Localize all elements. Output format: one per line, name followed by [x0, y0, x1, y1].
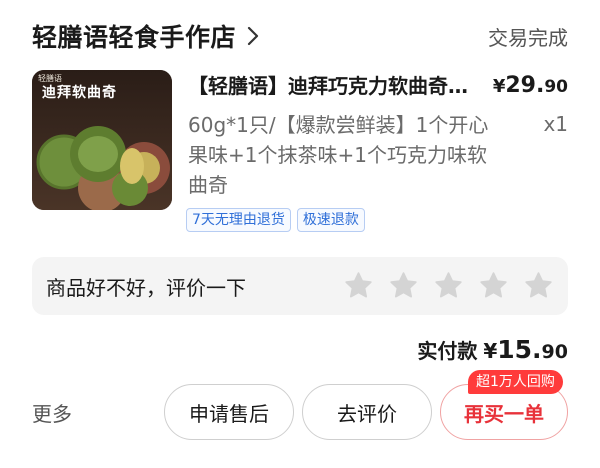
- product-image[interactable]: 轻膳语 迪拜软曲奇: [32, 70, 172, 210]
- order-status: 交易完成: [488, 26, 568, 50]
- more-link[interactable]: 更多: [32, 398, 72, 427]
- star-icon[interactable]: [388, 270, 419, 301]
- rebuy-badge: 超1万人回购: [468, 370, 563, 394]
- product-title[interactable]: 【轻膳语】迪拜巧克力软曲奇…: [188, 70, 478, 102]
- review-prompt-box[interactable]: 商品好不好，评价一下: [32, 257, 568, 315]
- paid-decimal: 90: [541, 341, 568, 363]
- price-decimal: 90: [544, 77, 568, 97]
- product-image-title: 迪拜软曲奇: [42, 85, 117, 101]
- product-price: ¥29.90: [493, 70, 568, 103]
- shop-header[interactable]: 轻膳语轻食手作店 交易完成: [32, 16, 568, 56]
- star-icon[interactable]: [478, 270, 509, 301]
- price-symbol: ¥: [492, 76, 506, 97]
- tag-7day-return: 7天无理由退货: [186, 208, 291, 232]
- paid-label: 实付款: [417, 339, 478, 363]
- chevron-right-icon[interactable]: [244, 24, 262, 48]
- shop-name[interactable]: 轻膳语轻食手作店: [32, 18, 236, 54]
- star-icon[interactable]: [523, 270, 554, 301]
- star-icon[interactable]: [433, 270, 464, 301]
- rating-stars[interactable]: [343, 270, 554, 301]
- price-integer: 29.: [505, 73, 545, 98]
- star-icon[interactable]: [343, 270, 374, 301]
- paid-integer: 15.: [497, 335, 542, 364]
- product-quantity: x1: [543, 112, 568, 136]
- tag-fast-refund: 极速退款: [296, 208, 365, 232]
- paid-amount: 实付款 ¥15. 90: [417, 335, 568, 364]
- after-sale-button[interactable]: 申请售后: [164, 384, 294, 440]
- paid-symbol: ¥: [483, 339, 498, 363]
- service-tags: 7天无理由退货 极速退款: [186, 208, 365, 232]
- review-button[interactable]: 去评价: [302, 384, 432, 440]
- review-prompt-text: 商品好不好，评价一下: [46, 275, 246, 300]
- product-spec: 60g*1只/【爆款尝鲜装】1个开心果味+1个抹茶味+1个巧克力味软曲奇: [188, 113, 489, 197]
